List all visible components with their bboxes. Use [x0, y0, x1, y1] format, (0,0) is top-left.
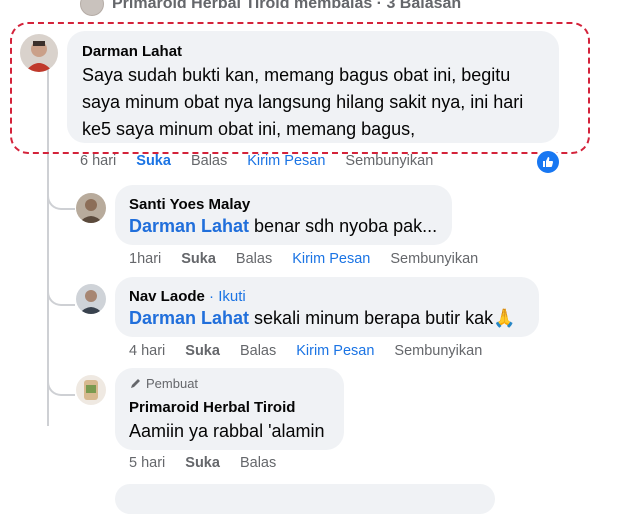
reply-button[interactable]: Balas	[240, 343, 276, 359]
pencil-icon	[131, 379, 140, 388]
avatar[interactable]	[76, 375, 106, 405]
hide-button[interactable]: Sembunyikan	[345, 153, 433, 169]
thread-connector	[47, 278, 75, 306]
reply-body: benar sdh nyoba pak...	[249, 216, 438, 236]
reply-button[interactable]: Balas	[240, 455, 276, 471]
reply-actions: 5 hari Suka Balas	[129, 455, 296, 471]
author-badge: Pembuat	[129, 376, 198, 391]
reply-button[interactable]: Balas	[236, 251, 272, 267]
reply-button[interactable]: Balas	[191, 153, 227, 169]
avatar-photo-icon	[76, 284, 106, 314]
reply-time[interactable]: 4 hari	[129, 343, 165, 359]
thread-connector	[47, 368, 75, 396]
reply-actions: 1hari Suka Balas Kirim Pesan Sembunyikan	[129, 251, 498, 267]
hide-button[interactable]: Sembunyikan	[390, 251, 478, 267]
like-button[interactable]: Suka	[185, 343, 220, 359]
reply-author-line: Nav Laode · Ikuti	[129, 288, 246, 305]
avatar-photo-icon	[76, 193, 106, 223]
reply-time[interactable]: 1hari	[129, 251, 161, 267]
avatar-photo-icon	[20, 34, 58, 72]
reply-bubble	[115, 484, 495, 514]
reply-text: Darman Lahat sekali minum berapa butir k…	[129, 305, 516, 332]
reply-text: Aamiin ya rabbal 'alamin	[129, 421, 325, 441]
avatar-photo-icon	[76, 375, 106, 405]
reply-author[interactable]: Primaroid Herbal Tiroid	[129, 399, 295, 416]
hide-button[interactable]: Sembunyikan	[394, 343, 482, 359]
mention-link[interactable]: Darman Lahat	[129, 216, 249, 236]
like-button[interactable]: Suka	[181, 251, 216, 267]
send-message-button[interactable]: Kirim Pesan	[292, 251, 370, 267]
reply-actions: 4 hari Suka Balas Kirim Pesan Sembunyika…	[129, 343, 502, 359]
reply-author[interactable]: Nav Laode	[129, 288, 205, 305]
comment-author[interactable]: Darman Lahat	[82, 43, 182, 60]
avatar	[80, 0, 104, 16]
thread-connector	[47, 182, 75, 210]
avatar[interactable]	[76, 193, 106, 223]
replies-summary-text: Primaroid Herbal Tiroid membalas · 3 Bal…	[112, 0, 462, 12]
follow-link[interactable]: · Ikuti	[209, 288, 246, 305]
comment-text: Saya sudah bukti kan, memang bagus obat …	[82, 65, 524, 139]
like-button[interactable]: Suka	[185, 455, 220, 471]
like-button[interactable]: Suka	[136, 153, 171, 169]
avatar[interactable]	[20, 34, 58, 72]
author-badge-label: Pembuat	[146, 376, 199, 391]
reply-author[interactable]: Santi Yoes Malay	[129, 196, 250, 213]
mention-link[interactable]: Darman Lahat	[129, 308, 249, 328]
comment-time[interactable]: 6 hari	[80, 153, 116, 169]
avatar[interactable]	[76, 284, 106, 314]
send-message-button[interactable]: Kirim Pesan	[296, 343, 374, 359]
reply-time[interactable]: 5 hari	[129, 455, 165, 471]
send-message-button[interactable]: Kirim Pesan	[247, 153, 325, 169]
reply-body: sekali minum berapa butir kak🙏	[249, 308, 516, 328]
comment-actions: 6 hari Suka Balas Kirim Pesan Sembunyika…	[80, 153, 453, 169]
replies-summary[interactable]: Primaroid Herbal Tiroid membalas · 3 Bal…	[80, 0, 461, 16]
reply-text: Darman Lahat benar sdh nyoba pak...	[129, 213, 437, 240]
thumbs-up-icon[interactable]	[535, 149, 561, 175]
